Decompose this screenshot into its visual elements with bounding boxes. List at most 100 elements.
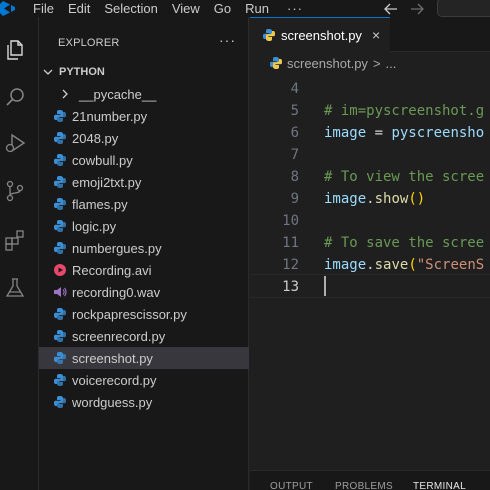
code-token: . — [366, 191, 375, 207]
video-file-icon — [54, 264, 66, 276]
testing-icon[interactable] — [2, 275, 28, 301]
tree-item-label: recording0.wav — [72, 284, 161, 300]
tree-file-screenshot-py[interactable]: screenshot.py — [39, 347, 249, 369]
breadcrumb-more[interactable]: ... — [386, 56, 397, 71]
tree-file-rockpaprescissor-py[interactable]: rockpaprescissor.py — [39, 303, 249, 325]
tree-item-label: voicerecord.py — [72, 372, 157, 388]
explorer-header: EXPLORER — [58, 37, 120, 49]
code-token: show — [374, 191, 409, 207]
menu-view[interactable]: View — [172, 1, 200, 16]
code-token: () — [408, 191, 426, 207]
python-file-icon — [54, 154, 66, 166]
tree-item-label: numbergues.py — [72, 240, 162, 256]
tree-item-label: emoji2txt.py — [72, 174, 142, 190]
chevron-down-icon — [43, 69, 53, 75]
forward-arrow-icon[interactable] — [410, 3, 424, 15]
explorer-sidebar: EXPLORER ··· PYTHON __pycache__ 21number… — [39, 17, 249, 490]
file-tree: __pycache__ 21number.py 2048.py cowbull.py… — [39, 83, 249, 413]
menu-selection[interactable]: Selection — [104, 1, 157, 16]
folder-python[interactable]: PYTHON — [43, 62, 105, 82]
code-editor[interactable]: 4 5 # im=pyscreenshot.g 6 image = pyscreensh… — [250, 74, 490, 470]
code-token: # To view the scree — [324, 169, 485, 185]
line-number: 5 — [290, 103, 299, 119]
command-center-search[interactable] — [437, 0, 490, 17]
search-icon[interactable] — [2, 84, 28, 110]
tree-item-label: logic.py — [72, 218, 117, 234]
extensions-icon[interactable] — [2, 227, 28, 253]
python-file-icon — [54, 352, 66, 364]
tree-file-21number-py[interactable]: 21number.py — [39, 105, 249, 127]
python-file-icon — [54, 374, 66, 386]
run-debug-icon[interactable] — [2, 130, 28, 156]
source-control-icon[interactable] — [2, 178, 28, 204]
tree-file-voicerecord-py[interactable]: voicerecord.py — [39, 369, 249, 391]
line-number: 4 — [290, 81, 299, 97]
line-number: 13 — [282, 279, 299, 295]
menu-more-icon[interactable]: ··· — [287, 1, 303, 16]
code-token: save — [374, 257, 409, 273]
code-token: "ScreenS — [416, 257, 485, 273]
tree-item-label: screenshot.py — [72, 350, 153, 366]
code-text: # To view the scree — [324, 166, 484, 188]
tree-item-label: Recording.avi — [72, 262, 152, 278]
python-file-icon — [263, 29, 275, 41]
line-number: 7 — [290, 147, 299, 163]
code-text: image = pyscreensho — [324, 122, 484, 144]
close-icon[interactable]: × — [372, 27, 380, 43]
tree-file-2048-py[interactable]: 2048.py — [39, 127, 249, 149]
tree-file-wordguess-py[interactable]: wordguess.py — [39, 391, 249, 413]
python-file-icon — [54, 176, 66, 188]
code-line: 4 — [250, 78, 490, 100]
code-line: 13 — [250, 276, 490, 298]
activity-bar — [0, 17, 39, 490]
tree-file-logic-py[interactable]: logic.py — [39, 215, 249, 237]
tree-file-flames-py[interactable]: flames.py — [39, 193, 249, 215]
panel-tab-output[interactable]: OUTPUT — [270, 481, 313, 490]
tab-screenshot-py[interactable]: screenshot.py × — [250, 17, 390, 52]
tree-file-emoji2txt-py[interactable]: emoji2txt.py — [39, 171, 249, 193]
menu-bar: File Edit Selection View Go Run ··· — [33, 0, 317, 17]
breadcrumb: screenshot.py > ... — [250, 52, 490, 74]
tree-file-screenrecord-py[interactable]: screenrecord.py — [39, 325, 249, 347]
code-token: image — [324, 191, 367, 207]
explorer-more-icon[interactable]: ··· — [219, 32, 236, 48]
tree-item-label: flames.py — [72, 196, 128, 212]
tree-file-recording-avi[interactable]: Recording.avi — [39, 259, 249, 281]
python-file-icon — [54, 220, 66, 232]
python-file-icon — [54, 132, 66, 144]
panel-tab-terminal[interactable]: TERMINAL — [413, 481, 466, 490]
chevron-right-icon — [62, 89, 68, 99]
code-token: # To save the scree — [324, 235, 485, 251]
python-file-icon — [54, 198, 66, 210]
code-text: # To save the scree — [324, 232, 484, 254]
text-cursor — [324, 276, 326, 296]
python-file-icon — [54, 308, 66, 320]
breadcrumb-separator: > — [372, 55, 381, 71]
code-token: = — [366, 125, 392, 141]
python-file-icon — [54, 242, 66, 254]
folder-label: PYTHON — [59, 66, 105, 78]
menu-run[interactable]: Run — [245, 1, 269, 16]
explorer-icon[interactable] — [2, 37, 28, 63]
tree-item-label: __pycache__ — [79, 86, 157, 102]
tree-file-cowbull-py[interactable]: cowbull.py — [39, 149, 249, 171]
panel-tab-problems[interactable]: PROBLEMS — [335, 481, 393, 490]
line-number: 10 — [282, 213, 299, 229]
audio-file-icon — [54, 287, 67, 297]
breadcrumb-file[interactable]: screenshot.py — [287, 56, 368, 71]
code-text: # im=pyscreenshot.g — [324, 100, 484, 122]
code-token: . — [366, 257, 375, 273]
menu-file[interactable]: File — [33, 1, 54, 16]
menu-edit[interactable]: Edit — [68, 1, 90, 16]
tree-item-label: wordguess.py — [72, 394, 153, 410]
line-number: 6 — [290, 125, 299, 141]
tree-item-label: rockpaprescissor.py — [72, 306, 187, 322]
title-bar: File Edit Selection View Go Run ··· — [0, 0, 490, 17]
code-line: 7 — [250, 144, 490, 166]
back-arrow-icon[interactable] — [384, 3, 398, 15]
tree-folder-pycache[interactable]: __pycache__ — [39, 83, 249, 105]
menu-go[interactable]: Go — [214, 1, 231, 16]
tree-item-label: 21number.py — [72, 108, 148, 124]
tree-file-recording0-wav[interactable]: recording0.wav — [39, 281, 249, 303]
tree-file-numbergues-py[interactable]: numbergues.py — [39, 237, 249, 259]
